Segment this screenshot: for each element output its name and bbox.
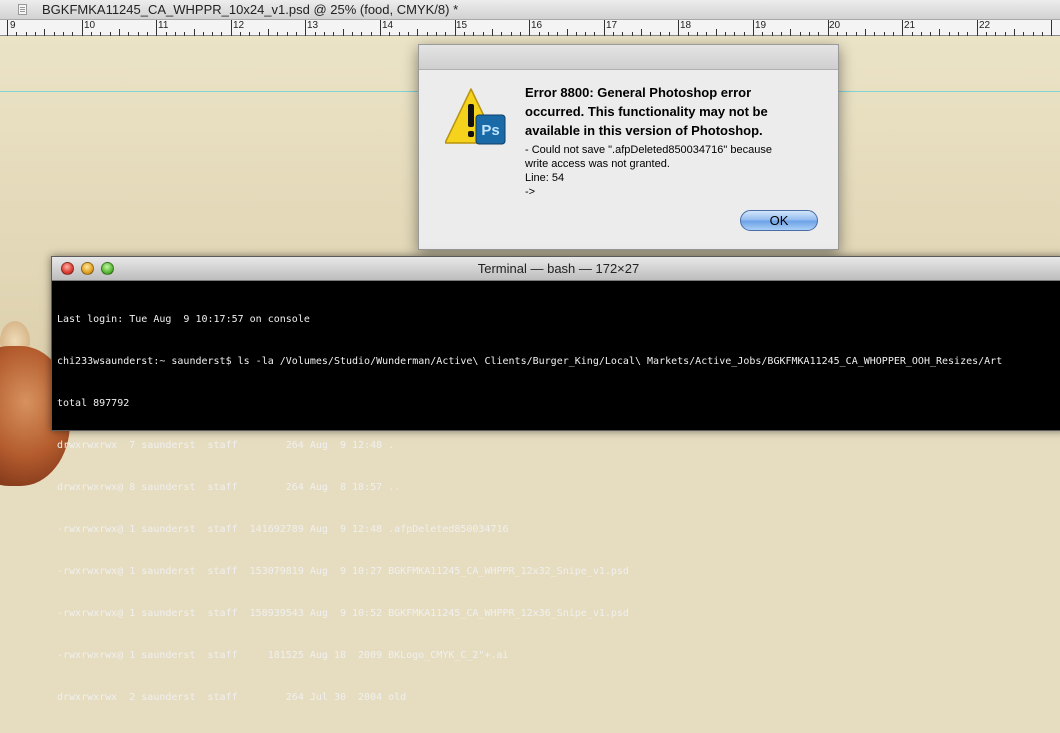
ruler-label: 15 — [456, 20, 468, 31]
error-details: - Could not save ".afpDeleted850034716" … — [525, 144, 772, 198]
document-icon — [18, 4, 27, 15]
photoshop-document-titlebar[interactable]: BGKFMKA11245_CA_WHPPR_10x24_v1.psd @ 25%… — [0, 0, 1060, 20]
terminal-line: drwxrwxrwx 7 saunderst staff 264 Aug 9 1… — [57, 440, 395, 451]
terminal-line: -rwxrwxrwx@ 1 saunderst staff 153079819 … — [57, 566, 629, 577]
terminal-line: drwxrwxrwx 2 saunderst staff 264 Jul 30 … — [57, 692, 407, 703]
ruler-label: 10 — [84, 20, 96, 31]
horizontal-ruler[interactable]: 9 10 11 12 13 14 15 16 17 18 19 20 21 22 — [0, 20, 1060, 36]
error-title: Error 8800: General Photoshop error occu… — [525, 85, 768, 138]
ruler-label: 19 — [755, 20, 767, 31]
ruler-label: 11 — [158, 20, 169, 31]
ruler-label: 13 — [307, 20, 319, 31]
ruler-label: 21 — [904, 20, 916, 31]
terminal-window[interactable]: Terminal — bash — 172×27 Last login: Tue… — [51, 256, 1060, 703]
ruler-label: 18 — [680, 20, 692, 31]
terminal-line: chi233wsaunderst:~ saunderst$ ls -la /Vo… — [57, 356, 1003, 367]
dialog-titlebar[interactable] — [419, 45, 838, 70]
terminal-titlebar[interactable]: Terminal — bash — 172×27 — [52, 257, 1060, 281]
error-dialog: Ps Error 8800: General Photoshop error o… — [418, 44, 839, 250]
terminal-title: Terminal — bash — 172×27 — [477, 261, 640, 276]
ok-button[interactable]: OK — [740, 210, 818, 231]
ruler-label: 9 — [10, 20, 16, 31]
terminal-line: total 897792 — [57, 398, 130, 409]
terminal-line: -rwxrwxrwx@ 1 saunderst staff 181525 Aug… — [57, 650, 509, 661]
ruler-label: 16 — [531, 20, 543, 31]
terminal-output[interactable]: Last login: Tue Aug 9 10:17:57 on consol… — [57, 285, 1060, 733]
ruler-label: 20 — [829, 20, 841, 31]
ruler-label: 22 — [979, 20, 991, 31]
ruler-label: 17 — [606, 20, 618, 31]
ruler-label: 14 — [382, 20, 394, 31]
terminal-line: drwxrwxrwx@ 8 saunderst staff 264 Aug 8 … — [57, 482, 401, 493]
terminal-line: Last login: Tue Aug 9 10:17:57 on consol… — [57, 314, 310, 325]
photoshop-badge-text: Ps — [481, 122, 499, 139]
ruler-label: 12 — [233, 20, 245, 31]
warning-icon: Ps — [445, 88, 506, 145]
terminal-line: -rwxrwxrwx@ 1 saunderst staff 158939543 … — [57, 608, 629, 619]
terminal-line: -rwxrwxrwx@ 1 saunderst staff 141692789 … — [57, 524, 509, 535]
document-title: BGKFMKA11245_CA_WHPPR_10x24_v1.psd @ 25%… — [42, 2, 459, 17]
